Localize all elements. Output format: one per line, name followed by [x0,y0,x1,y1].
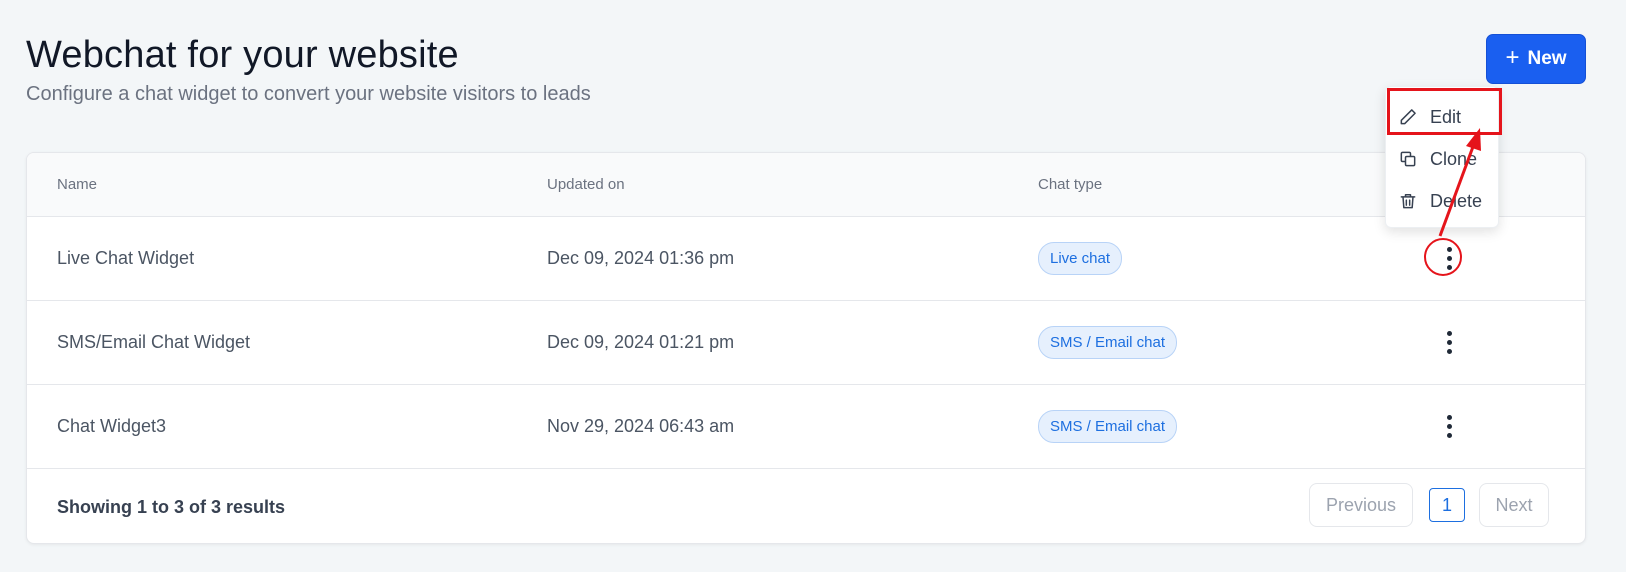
new-button-label: New [1527,48,1567,69]
kebab-icon [1446,415,1452,438]
widget-name: SMS/Email Chat Widget [57,332,251,352]
next-page-button[interactable]: Next [1479,483,1549,527]
table-row: Live Chat Widget Dec 09, 2024 01:36 pm L… [27,217,1585,301]
kebab-icon [1446,247,1452,270]
trash-icon [1400,194,1416,209]
menu-item-label: Delete [1430,190,1483,211]
chat-type-cell: SMS / Email chat [1038,301,1178,384]
page-number-button[interactable]: 1 [1429,488,1465,522]
menu-item-delete[interactable]: Delete [1386,181,1498,221]
copy-icon [1400,151,1416,167]
table-row: SMS/Email Chat Widget Dec 09, 2024 01:21… [27,301,1585,385]
menu-item-label: Clone [1430,148,1478,169]
table-footer: Showing 1 to 3 of 3 results Previous 1 N… [27,469,1585,543]
row-actions-menu: Edit Clone Delete [1385,86,1499,228]
column-header-name: Name [57,176,98,193]
page-title: Webchat for your website [26,34,459,76]
new-widget-button[interactable]: + New [1486,34,1586,84]
page-header: Webchat for your website Configure a cha… [26,34,591,106]
chat-type-badge: SMS / Email chat [1038,410,1178,443]
pencil-icon [1400,109,1416,125]
row-actions-button[interactable] [1427,217,1471,300]
chat-type-badge: SMS / Email chat [1038,326,1178,359]
chat-type-cell: Live chat [1038,217,1123,300]
page-subtitle: Configure a chat widget to convert your … [26,83,591,105]
widget-name: Chat Widget3 [57,416,167,436]
results-count: Showing 1 to 3 of 3 results [57,496,286,517]
kebab-icon [1446,331,1452,354]
menu-item-clone[interactable]: Clone [1386,139,1498,179]
previous-page-button[interactable]: Previous [1309,483,1413,527]
widget-name: Live Chat Widget [57,248,195,268]
column-header-chat-type: Chat type [1038,176,1103,193]
plus-icon: + [1505,44,1520,71]
menu-item-label: Edit [1430,106,1462,127]
table-header: Name Updated on Chat type [27,153,1585,217]
menu-item-edit[interactable]: Edit [1386,97,1498,137]
row-actions-button[interactable] [1427,301,1471,384]
widgets-table: Name Updated on Chat type Live Chat Widg… [26,152,1586,544]
widget-updated-on: Nov 29, 2024 06:43 am [547,416,735,436]
chat-type-cell: SMS / Email chat [1038,385,1178,468]
widget-updated-on: Dec 09, 2024 01:36 pm [547,248,735,268]
chat-type-badge: Live chat [1038,242,1123,275]
widget-updated-on: Dec 09, 2024 01:21 pm [547,332,735,352]
column-header-updated: Updated on [547,176,625,193]
table-row: Chat Widget3 Nov 29, 2024 06:43 am SMS /… [27,385,1585,469]
row-actions-button[interactable] [1427,385,1471,468]
